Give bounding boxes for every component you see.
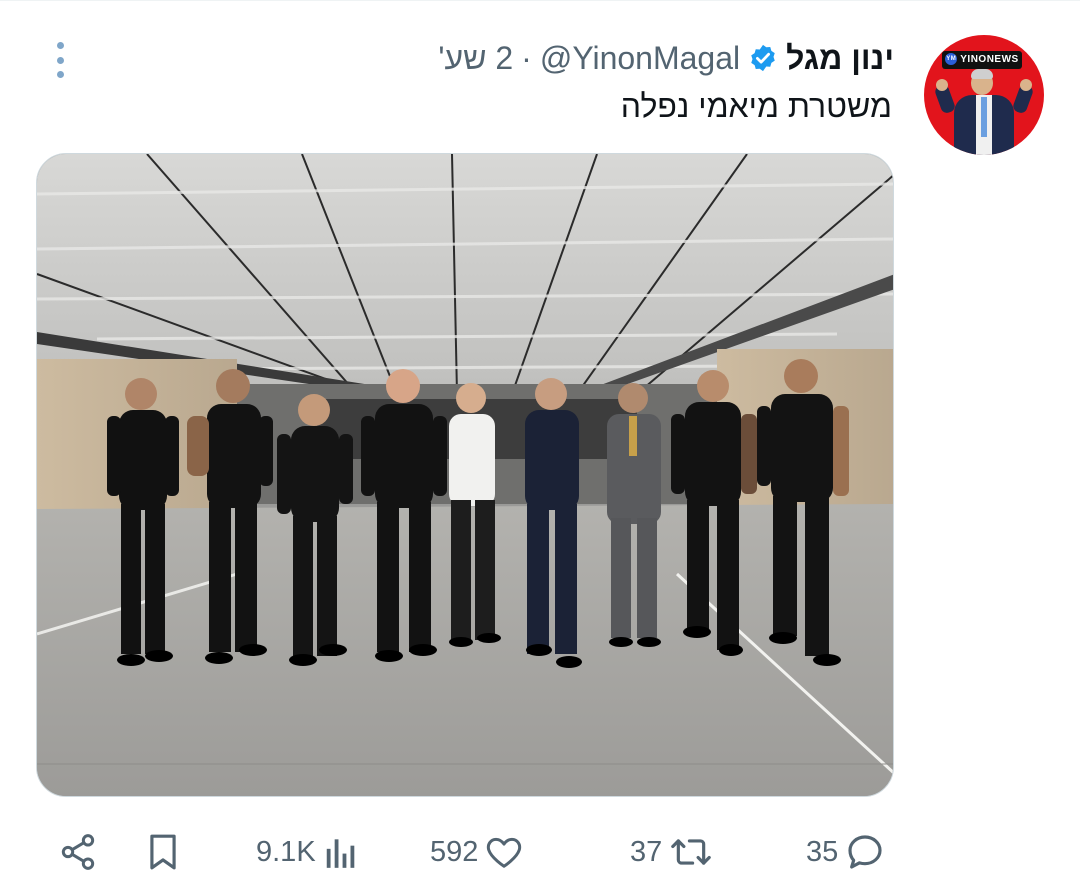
user-handle[interactable]: @YinonMagal (540, 40, 740, 77)
display-name[interactable]: ינון מגל (786, 40, 894, 77)
reply-bubble-icon (844, 832, 886, 872)
avatar-logo: YM YINONEWS (942, 51, 1022, 69)
bookmark-icon (144, 831, 182, 873)
tweet-text: משטרת מיאמי נפלה (620, 88, 892, 124)
share-icon (58, 832, 98, 872)
bookmark-button[interactable] (144, 822, 182, 882)
separator-dot: · (521, 39, 532, 76)
like-button[interactable]: 592 (430, 822, 524, 882)
more-options-icon[interactable] (48, 38, 72, 82)
tweet-actions: 9.1K 592 37 35 (0, 822, 1080, 882)
share-button[interactable] (58, 822, 98, 882)
timestamp[interactable]: 2 שע' (438, 40, 513, 77)
likes-count: 592 (430, 835, 479, 868)
verified-badge-icon (748, 43, 778, 73)
views-count: 9.1K (256, 835, 316, 868)
tweet-photo[interactable] (36, 153, 894, 797)
top-divider (0, 0, 1080, 1)
retweets-count: 37 (630, 835, 663, 868)
replies-count: 35 (806, 835, 839, 868)
avatar[interactable]: YM YINONEWS (924, 35, 1044, 155)
heart-icon (484, 833, 524, 871)
retweet-icon (668, 833, 714, 871)
retweet-button[interactable]: 37 (630, 822, 714, 882)
reply-button[interactable]: 35 (806, 822, 886, 882)
views-chart-icon (322, 833, 360, 871)
tweet-header: ינון מגל @YinonMagal · 2 שע' (438, 36, 894, 80)
views-button[interactable]: 9.1K (256, 822, 360, 882)
